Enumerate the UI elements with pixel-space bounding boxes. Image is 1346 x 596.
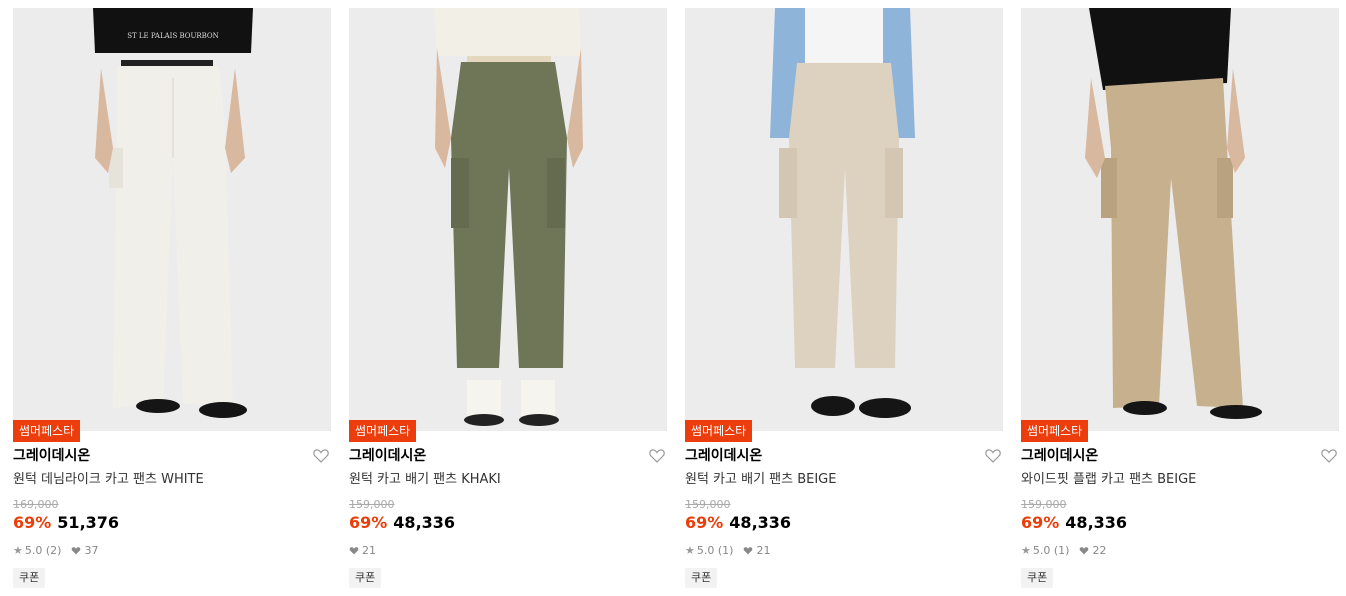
discount-rate: 69% — [349, 513, 388, 532]
sale-price: 48,336 — [729, 513, 792, 532]
pants-illustration — [685, 8, 1003, 431]
original-price: 159,000 — [349, 498, 395, 511]
promo-badge: 썸머페스타 — [349, 420, 417, 442]
heart-outline-icon[interactable] — [313, 448, 329, 463]
star-icon: ★ — [1021, 544, 1031, 557]
rating-text: 5.0 (1) — [696, 544, 734, 557]
product-name[interactable]: 와이드핏 플랩 카고 팬츠 BEIGE — [1021, 472, 1196, 488]
pants-illustration — [349, 8, 667, 431]
product-name[interactable]: 원턱 데님라이크 카고 팬츠 WHITE — [13, 472, 204, 488]
brand-name[interactable]: 그레이데시온 — [13, 447, 90, 465]
coupon-tag: 쿠폰 — [1021, 568, 1054, 588]
pants-illustration: ST LE PALAIS BOURBON — [13, 8, 331, 431]
product-image[interactable] — [685, 8, 1003, 431]
price-row: 69% 48,336 — [349, 513, 455, 533]
product-image[interactable] — [349, 8, 667, 431]
product-card[interactable]: 썸머페스타 그레이데시온 원턱 카고 배기 팬츠 KHAKI 159,000 6… — [349, 8, 667, 596]
star-icon: ★ — [13, 544, 23, 557]
rating-text: 5.0 (1) — [1032, 544, 1070, 557]
discount-rate: 69% — [685, 513, 724, 532]
review-meta: ★ 5.0 (1) 21 — [685, 544, 770, 557]
like-count: 21 — [362, 544, 376, 557]
brand-name[interactable]: 그레이데시온 — [349, 447, 426, 465]
promo-badge: 썸머페스타 — [1021, 420, 1089, 442]
original-price: 169,000 — [13, 498, 59, 511]
coupon-tag: 쿠폰 — [685, 568, 718, 588]
brand-name[interactable]: 그레이데시온 — [685, 447, 762, 465]
review-meta: 21 — [349, 544, 376, 557]
heart-filled-icon — [744, 547, 753, 555]
brand-name[interactable]: 그레이데시온 — [1021, 447, 1098, 465]
heart-outline-icon[interactable] — [1321, 448, 1337, 463]
review-meta: ★ 5.0 (1) 22 — [1021, 544, 1106, 557]
heart-outline-icon[interactable] — [985, 448, 1001, 463]
review-meta: ★ 5.0 (2) 37 — [13, 544, 98, 557]
product-card[interactable]: 썸머페스타 그레이데시온 원턱 카고 배기 팬츠 BEIGE 159,000 6… — [685, 8, 1003, 596]
product-image[interactable] — [1021, 8, 1339, 431]
original-price: 159,000 — [685, 498, 731, 511]
product-name[interactable]: 원턱 카고 배기 팬츠 KHAKI — [349, 472, 501, 488]
price-row: 69% 48,336 — [685, 513, 791, 533]
sale-price: 48,336 — [1065, 513, 1128, 532]
product-grid: ST LE PALAIS BOURBON 썸머페스타 그레이데시온 원턱 데님라… — [0, 0, 1346, 596]
heart-filled-icon — [349, 547, 359, 555]
like-count: 37 — [84, 544, 99, 557]
heart-filled-icon — [1080, 547, 1089, 555]
product-card[interactable]: ST LE PALAIS BOURBON 썸머페스타 그레이데시온 원턱 데님라… — [13, 8, 331, 596]
price-row: 69% 48,336 — [1021, 513, 1127, 533]
sale-price: 48,336 — [393, 513, 456, 532]
discount-rate: 69% — [13, 513, 52, 532]
like-count: 22 — [1092, 544, 1107, 557]
heart-filled-icon — [72, 547, 81, 555]
star-icon: ★ — [685, 544, 695, 557]
coupon-tag: 쿠폰 — [349, 568, 382, 588]
original-price: 159,000 — [1021, 498, 1067, 511]
coupon-tag: 쿠폰 — [13, 568, 46, 588]
like-count: 21 — [756, 544, 771, 557]
discount-rate: 69% — [1021, 513, 1060, 532]
sale-price: 51,376 — [57, 513, 120, 532]
product-card[interactable]: 썸머페스타 그레이데시온 와이드핏 플랩 카고 팬츠 BEIGE 159,000… — [1021, 8, 1339, 596]
promo-badge: 썸머페스타 — [13, 420, 81, 442]
product-image[interactable]: ST LE PALAIS BOURBON — [13, 8, 331, 431]
price-row: 69% 51,376 — [13, 513, 119, 533]
promo-badge: 썸머페스타 — [685, 420, 753, 442]
pants-illustration — [1021, 8, 1339, 431]
product-name[interactable]: 원턱 카고 배기 팬츠 BEIGE — [685, 472, 836, 488]
rating-text: 5.0 (2) — [24, 544, 62, 557]
svg-text:ST LE PALAIS BOURBON: ST LE PALAIS BOURBON — [127, 32, 219, 40]
heart-outline-icon[interactable] — [649, 448, 665, 463]
